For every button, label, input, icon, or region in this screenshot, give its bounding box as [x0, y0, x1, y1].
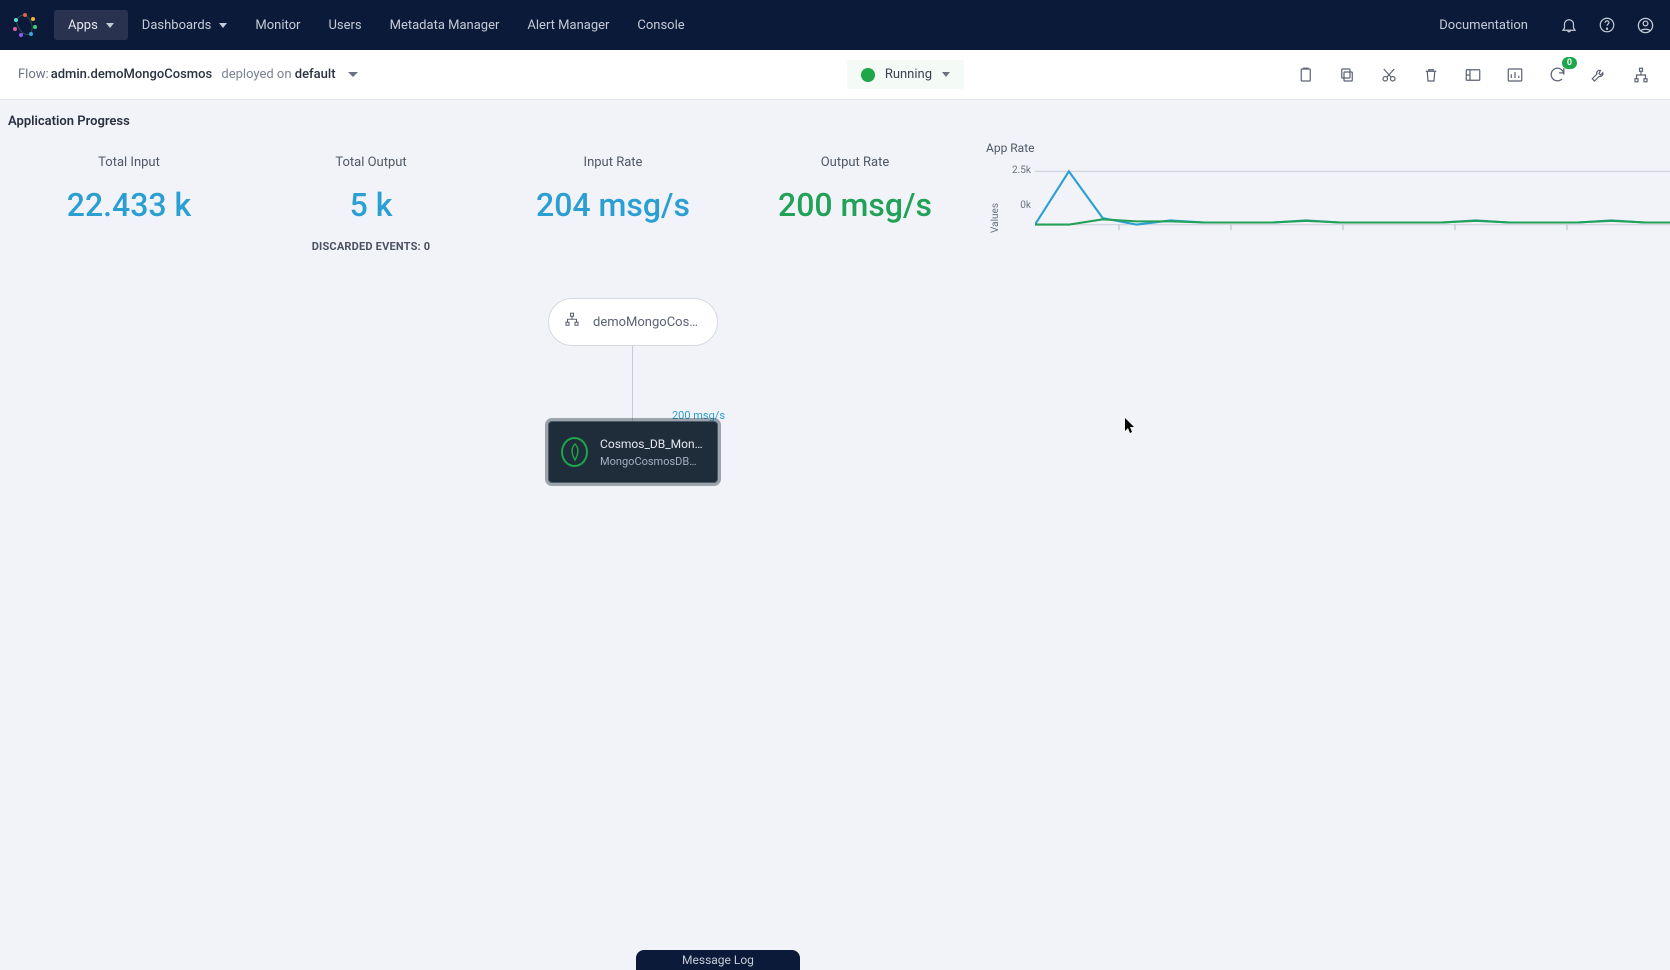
nav-monitor[interactable]: Monitor — [241, 10, 314, 40]
nav-dashboards[interactable]: Dashboards — [128, 10, 242, 40]
metric-value: 5 k — [250, 186, 492, 224]
refresh-badge: 0 — [1562, 57, 1577, 69]
account-icon[interactable] — [1634, 14, 1656, 36]
nav-apps[interactable]: Apps — [54, 10, 128, 40]
nav-dashboards-label: Dashboards — [142, 18, 212, 33]
wrench-icon[interactable] — [1588, 64, 1610, 86]
flow-node-target[interactable]: Cosmos_DB_Mong… MongoCosmosDBWriter — [548, 421, 718, 483]
section-title: Application Progress — [0, 100, 1670, 131]
nav-console[interactable]: Console — [623, 10, 698, 40]
flow-node-source[interactable]: demoMongoCosm… — [548, 298, 718, 346]
metric-output-rate: Output Rate 200 msg/s — [734, 141, 976, 224]
app-rate-chart: App Rate Values 2.5k 0k — [976, 141, 1670, 233]
caret-down-icon — [219, 23, 227, 28]
chart-ylabel: Values — [986, 163, 1005, 233]
flow-canvas[interactable]: demoMongoCosm… 200 msg/s Cosmos_DB_Mong…… — [0, 280, 1670, 970]
sitemap-icon — [563, 311, 581, 333]
nav-metadata-manager[interactable]: Metadata Manager — [376, 10, 514, 40]
refresh-icon[interactable]: 0 — [1546, 64, 1568, 86]
status-dropdown[interactable]: Running — [847, 60, 964, 89]
metric-value: 200 msg/s — [734, 186, 976, 224]
top-nav: Apps Dashboards Monitor Users Metadata M… — [0, 0, 1670, 50]
caret-down-icon — [942, 72, 950, 77]
subheader: Flow: admin.demoMongoCosmos deployed on … — [0, 50, 1670, 100]
nav-alert-manager[interactable]: Alert Manager — [513, 10, 623, 40]
metric-value: 204 msg/s — [492, 186, 734, 224]
metrics-row: Total Input 22.433 k Total Output 5 k DI… — [0, 131, 1670, 253]
database-icon — [561, 437, 588, 467]
chart-svg — [1035, 163, 1670, 233]
metric-label: Input Rate — [492, 155, 734, 170]
status-label: Running — [885, 67, 932, 82]
status-indicator-icon — [861, 68, 875, 82]
toolbar: 0 — [1294, 64, 1652, 86]
delete-icon[interactable] — [1420, 64, 1442, 86]
flow-dropdown[interactable] — [348, 72, 358, 77]
copy-icon[interactable] — [1336, 64, 1358, 86]
cut-icon[interactable] — [1378, 64, 1400, 86]
nav-documentation[interactable]: Documentation — [1425, 18, 1542, 33]
metric-total-output: Total Output 5 k DISCARDED EVENTS: 0 — [250, 141, 492, 253]
metric-note: DISCARDED EVENTS: 0 — [250, 240, 492, 253]
notifications-icon[interactable] — [1558, 14, 1580, 36]
chart-ytick: 2.5k — [1005, 165, 1031, 176]
sitemap-icon[interactable] — [1630, 64, 1652, 86]
flow-deployed-label: deployed on — [218, 67, 295, 82]
flow-prefix: Flow: — [18, 67, 49, 82]
flow-edge — [632, 346, 633, 421]
flow-node-source-label: demoMongoCosm… — [593, 315, 701, 330]
clipboard-icon[interactable] — [1294, 64, 1316, 86]
flow-node-target-subtitle: MongoCosmosDBWriter — [600, 455, 705, 468]
flow-node-target-title: Cosmos_DB_Mong… — [600, 437, 705, 451]
nav-apps-label: Apps — [68, 18, 98, 33]
flow-name: admin.demoMongoCosmos — [51, 67, 212, 82]
help-icon[interactable] — [1596, 14, 1618, 36]
layout-icon[interactable] — [1462, 64, 1484, 86]
caret-down-icon — [106, 23, 114, 28]
chart-ytick: 0k — [1005, 200, 1031, 211]
chart-title: App Rate — [986, 141, 1670, 155]
metric-input-rate: Input Rate 204 msg/s — [492, 141, 734, 224]
metric-total-input: Total Input 22.433 k — [8, 141, 250, 224]
message-log-tab[interactable]: Message Log — [636, 950, 800, 970]
flow-target: default — [295, 67, 336, 82]
metrics-icon[interactable] — [1504, 64, 1526, 86]
mouse-cursor — [1125, 418, 1137, 434]
metric-label: Total Input — [8, 155, 250, 170]
nav-users[interactable]: Users — [314, 10, 375, 40]
metric-label: Output Rate — [734, 155, 976, 170]
metric-label: Total Output — [250, 155, 492, 170]
metric-value: 22.433 k — [8, 186, 250, 224]
app-logo[interactable] — [10, 10, 40, 40]
